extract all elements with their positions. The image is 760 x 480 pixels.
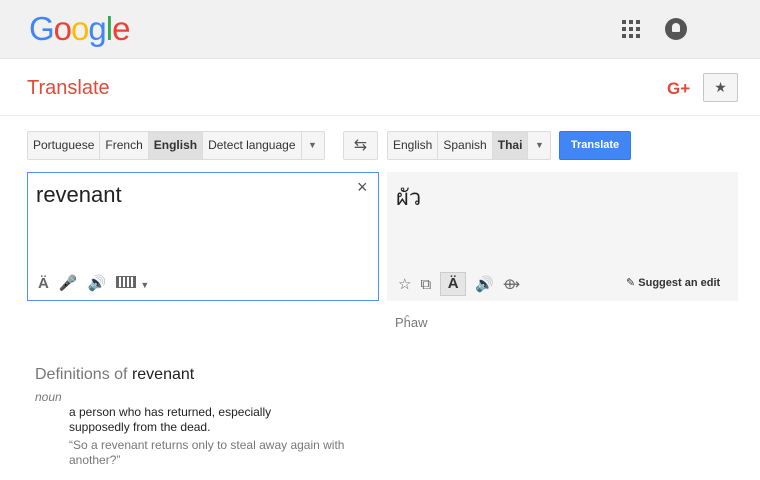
translate-button[interactable]: Translate	[559, 131, 631, 160]
phonetic-toggle-icon[interactable]: Ä	[440, 272, 467, 296]
bookmark-button[interactable]: ★	[703, 73, 738, 102]
google-logo[interactable]: Google	[29, 10, 130, 48]
target-language-bar: English Spanish Thai ▼	[387, 131, 552, 160]
logo-letter: G	[29, 10, 55, 47]
source-lang-portuguese[interactable]: Portuguese	[28, 132, 101, 159]
swap-languages-button[interactable]: ⇆	[343, 131, 378, 160]
translation-toolbar: ☆ ⧉ Ä 🔊 ⟴	[398, 272, 520, 296]
translation-output-area: ผัว ☆ ⧉ Ä 🔊 ⟴ ✎ Suggest an edit	[387, 172, 738, 301]
definition-gloss: a person who has returned, especially su…	[69, 405, 272, 434]
keyboard-icon[interactable]: ▼	[116, 275, 149, 292]
speaker-listen-icon[interactable]: 🔊	[88, 274, 107, 292]
page-title: Translate	[27, 77, 110, 99]
copy-icon[interactable]: ⧉	[420, 276, 431, 293]
translation-text: ผัว	[396, 186, 422, 211]
pencil-icon: ✎	[626, 277, 636, 289]
google-bar: Google	[0, 0, 760, 59]
source-text[interactable]: revenant	[36, 182, 122, 208]
source-toolbar: Ä 🎤 🔊 ▼	[38, 274, 149, 293]
target-lang-thai[interactable]: Thai	[492, 132, 529, 159]
star-bookmark-icon: ★	[714, 79, 727, 95]
microphone-icon[interactable]: 🎤	[59, 274, 78, 292]
suggest-edit-label: Suggest an edit	[638, 277, 721, 289]
clear-source-close-icon[interactable]: ×	[357, 177, 368, 198]
star-icon[interactable]: ☆	[398, 275, 411, 293]
suggest-edit-button[interactable]: ✎ Suggest an edit	[626, 276, 720, 289]
target-lang-dropdown-chevron-down-icon[interactable]: ▼	[528, 132, 550, 159]
apps-grid-icon[interactable]	[622, 20, 640, 38]
source-text-area[interactable]: revenant × Ä 🎤 🔊 ▼	[27, 172, 379, 301]
target-lang-spanish[interactable]: Spanish	[438, 132, 493, 159]
definitions-heading: Definitions of revenant	[35, 366, 194, 384]
source-lang-detect[interactable]: Detect language	[203, 132, 302, 159]
swap-arrows-icon: ⇆	[353, 137, 368, 154]
speaker-listen-icon[interactable]: 🔊	[475, 275, 494, 293]
notifications-bell-icon[interactable]	[665, 18, 687, 40]
part-of-speech: noun	[35, 390, 62, 404]
transliteration: Pĥaw	[395, 315, 428, 330]
definitions-label: Definitions of	[35, 366, 128, 383]
definition-example: “So a revenant returns only to steal awa…	[69, 438, 345, 467]
google-plus-share-button[interactable]: G+	[667, 79, 690, 99]
translate-header: Translate G+ ★	[0, 60, 760, 116]
target-lang-english[interactable]: English	[388, 132, 439, 159]
source-language-bar: Portuguese French English Detect languag…	[27, 131, 325, 160]
logo-letter: e	[112, 10, 130, 47]
share-icon[interactable]: ⟴	[503, 275, 520, 293]
logo-letter: o	[71, 10, 89, 47]
source-lang-dropdown-chevron-down-icon[interactable]: ▼	[302, 132, 324, 159]
source-lang-french[interactable]: French	[100, 132, 149, 159]
logo-letter: g	[88, 10, 106, 47]
source-lang-english[interactable]: English	[148, 132, 204, 159]
definitions-word: revenant	[131, 366, 195, 383]
special-characters-icon[interactable]: Ä	[38, 275, 49, 292]
logo-letter: o	[53, 10, 72, 47]
